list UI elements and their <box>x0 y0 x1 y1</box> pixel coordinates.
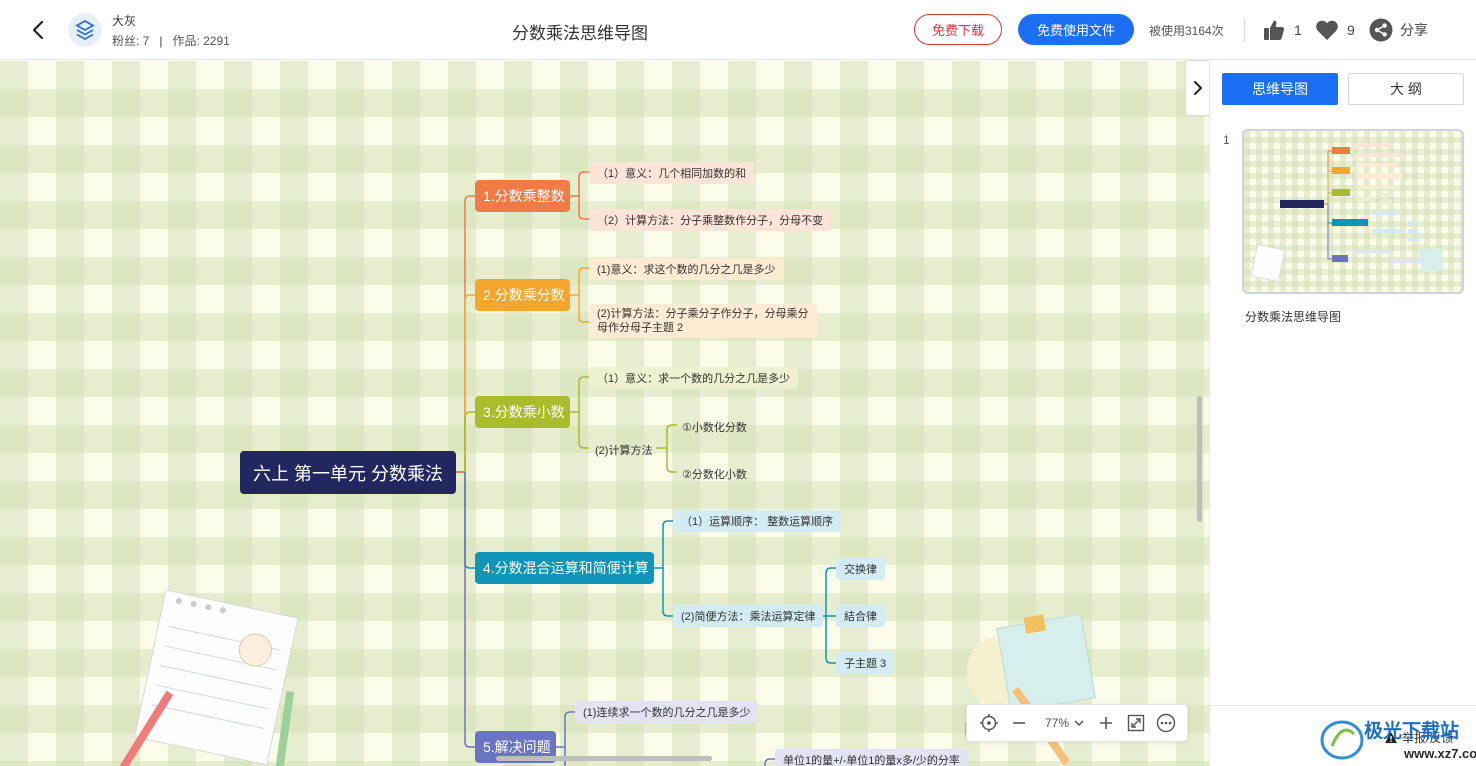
stats-divider: | <box>159 34 163 48</box>
crosshair-icon <box>980 714 998 732</box>
topic-4-child-2[interactable]: (2)简便方法：乘法运算定律 <box>673 605 824 627</box>
favorite-button[interactable]: 9 <box>1315 17 1355 43</box>
mindmap-root[interactable]: 六上 第一单元 分数乘法 <box>240 451 456 494</box>
document-title: 分数乘法思维导图 <box>512 24 648 43</box>
tab-mindmap[interactable]: 思维导图 <box>1222 73 1338 105</box>
watermark-url: www.xz7.com <box>1403 746 1476 761</box>
topic-3-child-2[interactable]: (2)计算方法 <box>595 442 652 458</box>
topic-1-child-1[interactable]: （1）意义：几个相同加数的和 <box>589 162 755 184</box>
back-button[interactable] <box>26 16 52 44</box>
vertical-scrollbar[interactable] <box>1197 396 1202 522</box>
topic-3-grandchild-1[interactable]: ①小数化分数 <box>682 419 747 435</box>
top-header: 大灰 粉丝: 7 | 作品: 2291 分数乘法思维导图 免费下载 免费使用文件 被… <box>0 0 1476 60</box>
share-label: 分享 <box>1400 22 1428 38</box>
topic-3-grandchild-2[interactable]: ②分数化小数 <box>682 466 747 482</box>
more-options-button[interactable] <box>1152 705 1180 741</box>
works-count: 作品: 2291 <box>172 34 230 48</box>
plus-icon <box>1100 717 1112 729</box>
mindmap-canvas[interactable]: 六上 第一单元 分数乘法 1.分数乘整数 （1）意义：几个相同加数的和 （2）计… <box>0 61 1209 766</box>
topic-5-child-1[interactable]: (1)连续求一个数的几分之几是多少 <box>575 701 759 723</box>
side-panel: 思维导图 大 纲 1 分数乘法思维导图 举报/反馈 <box>1209 61 1476 766</box>
page-number: 1 <box>1223 133 1230 147</box>
more-icon <box>1156 713 1176 733</box>
topic-4-child-1[interactable]: （1）运算顺序： 整数运算顺序 <box>673 510 842 532</box>
topic-1[interactable]: 1.分数乘整数 <box>475 180 570 212</box>
topic-5-child-2[interactable]: 单位1的量+/-单位1的量x多/少的分率 <box>775 749 968 766</box>
topic-2-child-2[interactable]: (2)计算方法：分子乘分子作分子，分母乘分母作分母子主题 2 <box>589 304 817 338</box>
topic-4-grandchild-2[interactable]: 結合律 <box>836 605 885 627</box>
use-file-button[interactable]: 免费使用文件 <box>1018 14 1134 45</box>
topic-4-grandchild-1[interactable]: 交换律 <box>836 558 885 580</box>
fans-count: 粉丝: 7 <box>112 34 150 48</box>
fullscreen-button[interactable] <box>1122 705 1150 741</box>
fullscreen-icon <box>1127 714 1145 732</box>
zoom-toolbar: 77% <box>966 704 1188 742</box>
author-name[interactable]: 大灰 <box>112 12 136 29</box>
logo-icon <box>75 19 95 41</box>
zoom-level: 77% <box>1044 716 1070 730</box>
share-icon <box>1369 18 1393 42</box>
zoom-out-button[interactable] <box>1005 705 1033 741</box>
topic-4-grandchild-3[interactable]: 子主题 3 <box>836 652 895 674</box>
horizontal-scrollbar[interactable] <box>496 756 712 761</box>
like-button[interactable]: 1 <box>1262 17 1302 43</box>
topic-2[interactable]: 2.分数乘分数 <box>475 279 570 311</box>
author-avatar[interactable] <box>68 13 102 47</box>
chevron-left-icon <box>32 20 44 40</box>
thumbnail-caption: 分数乘法思维导图 <box>1245 310 1342 324</box>
zoom-level-select[interactable]: 77% <box>1039 705 1091 741</box>
topic-3-child-1[interactable]: （1）意义：求一个数的几分之几是多少 <box>589 367 799 389</box>
used-count: 被使用3164次 <box>1149 24 1224 38</box>
topic-2-child-1[interactable]: (1)意义：求这个数的几分之几是多少 <box>589 258 784 280</box>
topic-1-child-2[interactable]: （2）计算方法：分子乘整数作分子，分母不变 <box>589 209 832 231</box>
minus-icon <box>1013 722 1025 724</box>
locate-button[interactable] <box>975 705 1003 741</box>
tab-outline[interactable]: 大 纲 <box>1348 73 1464 105</box>
chevron-right-icon <box>1193 81 1202 95</box>
watermark-brand: 极光下载站 <box>1364 719 1459 742</box>
share-button[interactable]: 分享 <box>1369 17 1428 43</box>
chevron-down-icon <box>1074 720 1084 727</box>
favorite-count: 9 <box>1347 22 1355 38</box>
page-thumbnail[interactable] <box>1242 129 1464 294</box>
thumbs-up-icon <box>1264 20 1285 40</box>
site-watermark: 极光下载站 www.xz7.com <box>1320 719 1476 761</box>
author-stats: 粉丝: 7 | 作品: 2291 <box>112 32 230 49</box>
heart-icon <box>1316 20 1338 40</box>
like-count: 1 <box>1294 22 1302 38</box>
zoom-in-button[interactable] <box>1092 705 1120 741</box>
topic-4[interactable]: 4.分数混合运算和简便计算 <box>475 552 654 584</box>
thumbnail-preview <box>1250 143 1444 283</box>
topic-3[interactable]: 3.分数乘小数 <box>475 396 570 428</box>
header-divider <box>1244 18 1245 42</box>
free-download-button[interactable]: 免费下载 <box>914 14 1002 45</box>
collapse-panel-button[interactable] <box>1185 60 1209 116</box>
